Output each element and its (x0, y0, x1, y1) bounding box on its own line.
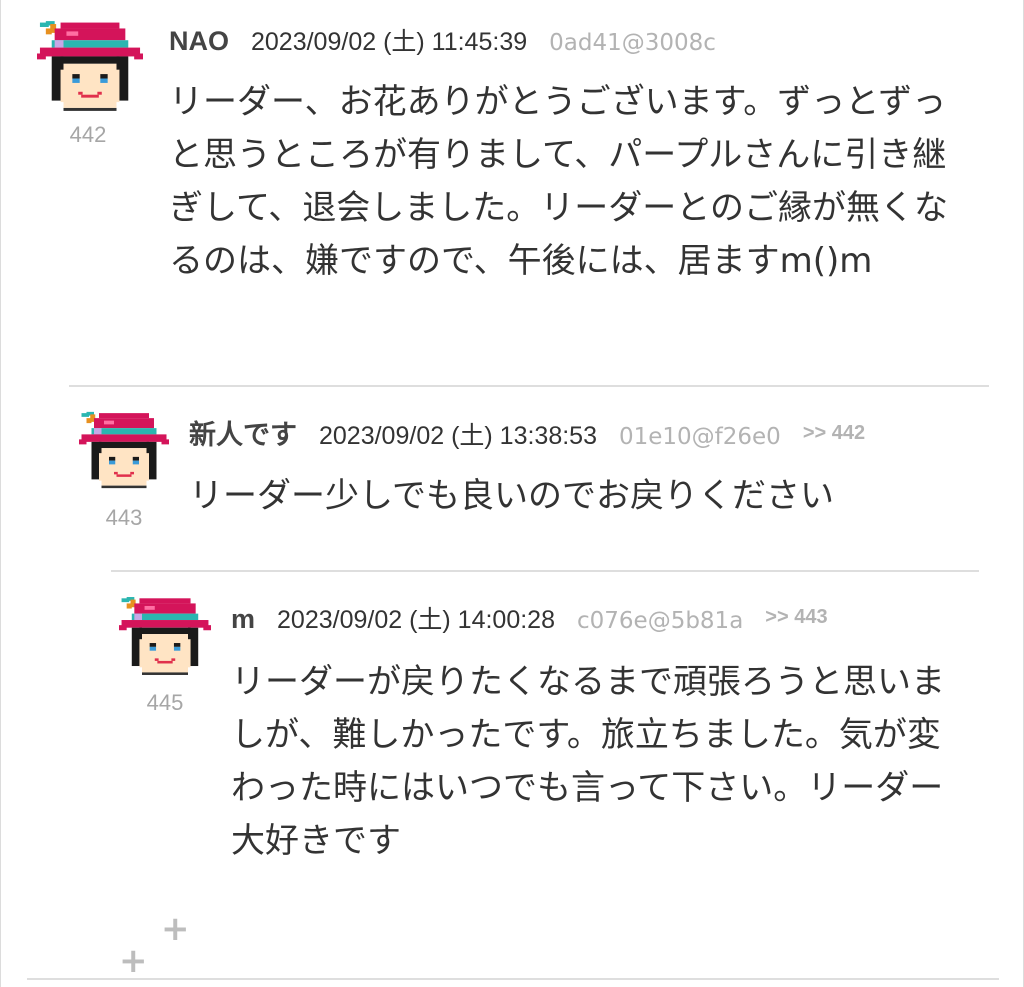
poster-name: m (231, 604, 256, 634)
post-body: リーダー少しでも良いのでお戻りください (189, 476, 834, 516)
poster-id: 01e10@f26e0 (618, 424, 781, 450)
poster-name: 新人です (189, 420, 297, 450)
expand-plus-icon[interactable]: + (161, 912, 190, 946)
avatar-icon[interactable] (79, 405, 169, 495)
post-datetime: 2023/09/02 (土) 13:38:53 (319, 422, 597, 450)
poster-id: c076e@5b81a (577, 608, 744, 634)
expand-plus-icon[interactable]: + (119, 944, 148, 978)
poster-id: 0ad41@3008c (549, 30, 716, 56)
post-datetime: 2023/09/02 (土) 11:45:39 (251, 28, 528, 56)
avatar-column: 442 (37, 18, 143, 148)
post-number[interactable]: 445 (119, 690, 211, 716)
reply-link[interactable]: >> 443 (765, 606, 827, 628)
post-body: リーダー、お花ありがとうございます。ずっとずっと思うところが有りまして、パープル… (169, 82, 948, 281)
poster-name: NAO (169, 26, 229, 56)
thread-divider (27, 978, 999, 980)
post-datetime: 2023/09/02 (土) 14:00:28 (277, 606, 555, 634)
post-header: m 2023/09/02 (土) 14:00:28 c076e@5b81a >> 44… (231, 600, 828, 636)
reply-link[interactable]: >> 442 (803, 422, 865, 444)
post-number[interactable]: 442 (33, 122, 143, 148)
post-body: リーダーが戻りたくなるまで頑張ろうと思いましが、難しかったです。旅立ちました。気… (231, 662, 945, 861)
avatar-icon[interactable] (37, 18, 143, 114)
post-header: 新人です 2023/09/02 (土) 13:38:53 01e10@f26e0 >>… (189, 413, 865, 452)
post-header: NAO 2023/09/02 (土) 11:45:39 0ad41@3008c (169, 22, 738, 58)
avatar-column: 445 (119, 592, 211, 716)
avatar-column: 443 (79, 405, 169, 531)
post-number[interactable]: 443 (79, 505, 169, 531)
post-divider (111, 570, 979, 572)
comment-thread: 442 NAO 2023/09/02 (土) 11:45:39 0ad41@3008… (0, 0, 1024, 987)
post-divider (69, 385, 989, 387)
avatar-icon[interactable] (119, 592, 211, 680)
